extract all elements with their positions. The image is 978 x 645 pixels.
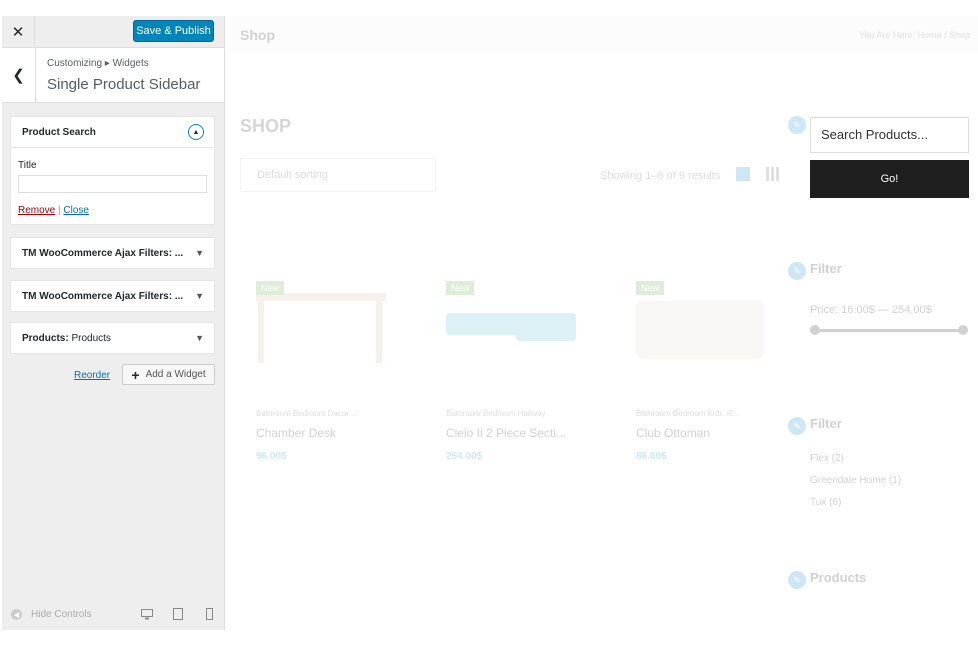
- reorder-link[interactable]: Reorder: [74, 370, 110, 381]
- mobile-icon[interactable]: [202, 607, 216, 621]
- widget-actions: Remove | Close: [18, 205, 207, 216]
- page-title: Shop: [240, 27, 275, 43]
- product-categories[interactable]: Bathroom Bedroom Decor ...: [256, 409, 358, 418]
- breadcrumb: You Are Here: Home / Shop: [859, 30, 970, 40]
- shop-heading: SHOP: [240, 116, 292, 136]
- edit-pencil-icon[interactable]: ✎: [788, 417, 806, 435]
- widget-body: Title Remove | Close: [11, 147, 214, 224]
- widget-title: TM WooCommerce Ajax Filters: ...: [22, 290, 184, 302]
- filter-title: Filter: [810, 261, 842, 276]
- widget-header[interactable]: TM WooCommerce Ajax Filters: ... ▼: [11, 238, 214, 268]
- plus-icon: +: [131, 366, 140, 383]
- price-range-label: Price: 16.00$ — 254.00$: [810, 304, 932, 316]
- product-search-input[interactable]: Search Products...: [810, 117, 969, 153]
- close-icon: ✕: [11, 23, 25, 41]
- go-button[interactable]: Go!: [810, 160, 969, 198]
- chevron-left-icon: ❮: [12, 67, 25, 84]
- add-widget-label: Add a Widget: [145, 369, 206, 380]
- widget-title: Products:: [22, 332, 69, 344]
- widget-subtitle: Products: [71, 332, 111, 344]
- product-image[interactable]: [256, 293, 386, 365]
- product-image[interactable]: [446, 293, 576, 365]
- close-link[interactable]: Close: [63, 205, 89, 216]
- tablet-icon[interactable]: [171, 607, 185, 621]
- close-customizer-button[interactable]: ✕: [2, 16, 35, 47]
- product-categories[interactable]: Bathroom Bedroom Hallway: [446, 409, 546, 418]
- new-badge: New: [636, 281, 665, 295]
- product-name[interactable]: Chamber Desk: [256, 426, 336, 440]
- customizer-footer: ◀ Hide Controls: [2, 598, 224, 631]
- filter-title: Filter: [810, 416, 842, 431]
- customizer-sidebar: ✕ Save & Publish ❮ Customizing ▸ Widgets…: [2, 16, 225, 630]
- title-field[interactable]: [18, 175, 207, 193]
- expand-arrow-icon[interactable]: ▼: [195, 248, 204, 258]
- slider-min-handle[interactable]: [810, 325, 820, 335]
- widget-header[interactable]: TM WooCommerce Ajax Filters: ... ▼: [11, 281, 214, 311]
- product-price: 86.00$: [636, 451, 667, 462]
- separator: |: [58, 205, 61, 216]
- product-price: 254.00$: [446, 451, 483, 462]
- expand-arrow-icon[interactable]: ▼: [195, 291, 204, 301]
- grid-view-icon[interactable]: [736, 167, 750, 181]
- filter-item[interactable]: Greendale Home (1): [810, 475, 901, 486]
- section-title: Single Product Sidebar: [47, 76, 201, 93]
- edit-pencil-icon[interactable]: ✎: [788, 571, 806, 589]
- widget-title-wrap: Products: Products: [22, 333, 111, 344]
- widget-header[interactable]: Product Search ▲: [11, 117, 214, 147]
- products-widget-title: Products: [810, 570, 867, 585]
- hide-controls-button[interactable]: ◀ Hide Controls: [11, 609, 92, 620]
- breadcrumb: Customizing ▸ Widgets: [47, 58, 149, 69]
- widget-product-search: Product Search ▲ Title Remove | Close: [10, 116, 215, 225]
- widget-header[interactable]: Products: Products ▼: [11, 323, 214, 353]
- desktop-icon[interactable]: [140, 607, 154, 621]
- widget-title: Product Search: [22, 126, 96, 138]
- page-title-bar: Shop You Are Here: Home / Shop: [226, 16, 978, 52]
- edit-pencil-icon[interactable]: ✎: [788, 262, 806, 280]
- widget-title: TM WooCommerce Ajax Filters: ...: [22, 247, 184, 259]
- widget-ajax-filters-2[interactable]: TM WooCommerce Ajax Filters: ... ▼: [10, 280, 215, 312]
- remove-link[interactable]: Remove: [18, 205, 55, 216]
- product-name[interactable]: Club Ottoman: [636, 426, 710, 440]
- sorting-select[interactable]: Default sorting: [240, 158, 436, 192]
- hide-controls-label: Hide Controls: [31, 609, 92, 620]
- add-widget-button[interactable]: + Add a Widget: [122, 364, 215, 385]
- section-header: ❮ Customizing ▸ Widgets Single Product S…: [2, 48, 224, 103]
- customizer-header-bar: ✕ Save & Publish: [2, 16, 224, 48]
- list-view-icon[interactable]: [766, 167, 780, 181]
- product-image[interactable]: [636, 293, 766, 365]
- widget-products[interactable]: Products: Products ▼: [10, 322, 215, 354]
- new-badge: New: [256, 281, 285, 295]
- new-badge: New: [446, 281, 475, 295]
- title-field-label: Title: [18, 160, 37, 171]
- filter-item[interactable]: Tux (6): [810, 497, 841, 508]
- result-count: Showing 1–6 of 9 results: [600, 170, 721, 182]
- product-price: 96.00$: [256, 451, 287, 462]
- site-preview: Shop You Are Here: Home / Shop SHOP Defa…: [226, 16, 978, 630]
- filter-item[interactable]: Flex (2): [810, 453, 844, 464]
- collapse-icon[interactable]: ▲: [188, 124, 204, 140]
- expand-arrow-icon[interactable]: ▼: [195, 333, 204, 343]
- product-name[interactable]: Cielo Ii 2 Piece Secti...: [446, 426, 566, 440]
- save-publish-button[interactable]: Save & Publish: [133, 20, 214, 42]
- product-categories[interactable]: Bathroom Bedroom Kids' R...: [636, 409, 739, 418]
- price-slider[interactable]: [810, 325, 968, 335]
- edit-pencil-icon[interactable]: ✎: [788, 116, 806, 134]
- slider-max-handle[interactable]: [958, 325, 968, 335]
- back-button[interactable]: ❮: [2, 48, 36, 102]
- widget-ajax-filters-1[interactable]: TM WooCommerce Ajax Filters: ... ▼: [10, 237, 215, 269]
- collapse-left-icon: ◀: [11, 609, 22, 620]
